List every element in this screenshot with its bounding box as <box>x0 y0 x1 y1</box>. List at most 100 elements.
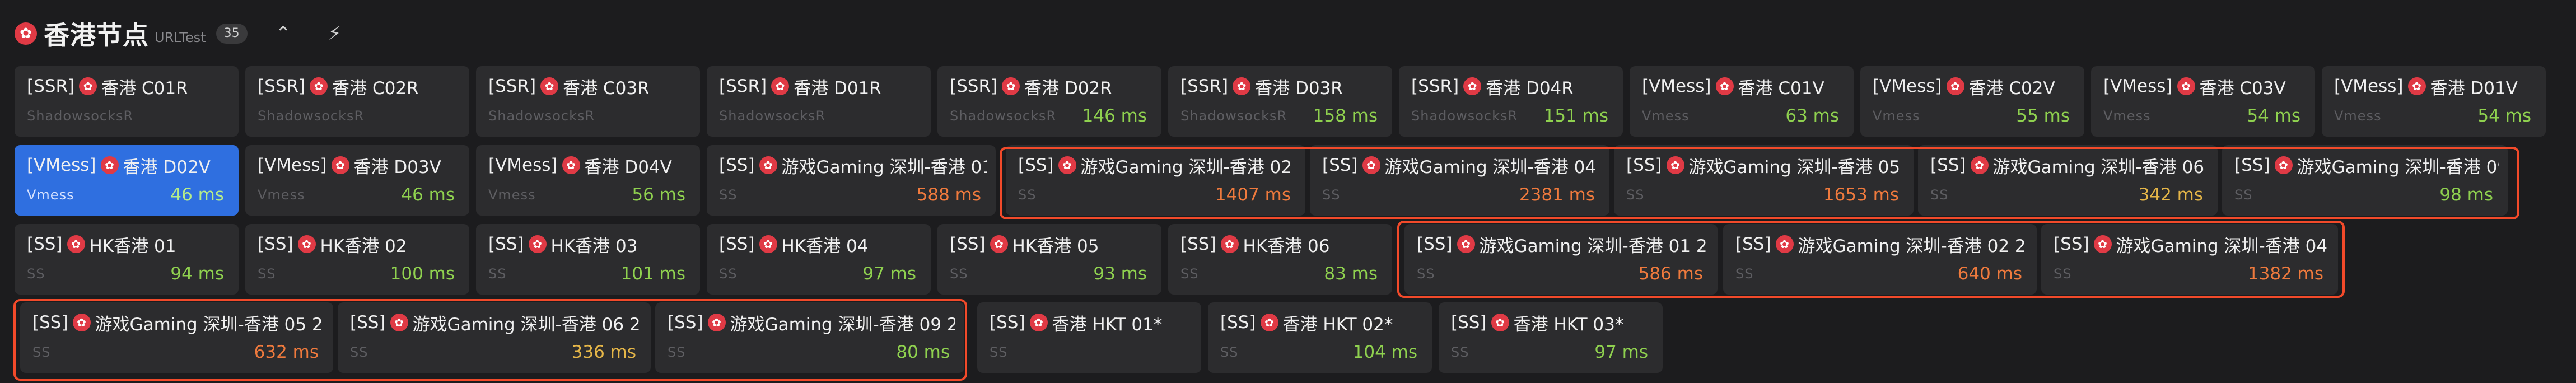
proxy-name: 游戏Gaming 深圳-香港 02 <box>1080 157 1292 178</box>
proxy-type: Vmess <box>1642 108 1690 124</box>
proxy-latency: 586 ms <box>1638 264 1703 284</box>
proxy-card[interactable]: [SS] ✿ HK香港 06 SS 83 ms <box>1168 224 1392 295</box>
proxy-card[interactable]: [SS] ✿ 游戏Gaming 深圳-香港 09 SS 98 ms <box>2222 145 2508 216</box>
proxy-name: HK香港 02 <box>320 236 407 256</box>
proxy-type: Vmess <box>1873 108 1920 124</box>
proxy-latency: 2381 ms <box>1519 185 1595 205</box>
proxy-card[interactable]: [SS] ✿ 游戏Gaming 深圳-香港 09 2 SS 80 ms <box>655 302 964 373</box>
proxy-card[interactable]: [SS] ✿ 香港 HKT 02* SS 104 ms <box>1208 302 1432 373</box>
proxy-card[interactable]: [SS] ✿ 游戏Gaming 深圳-香港 06 SS 342 ms <box>1918 145 2218 216</box>
proxy-type: SS <box>950 266 968 282</box>
hong-kong-flag-icon: ✿ <box>1463 77 1482 95</box>
proxy-name: 香港 D03V <box>353 157 441 178</box>
proxy-name: 香港 HKT 02* <box>1282 314 1393 335</box>
proxy-protocol-tag: [SS] <box>668 312 703 333</box>
proxy-latency: 100 ms <box>390 264 455 284</box>
proxy-card[interactable]: [VMess] ✿ 香港 C02V Vmess 55 ms <box>1860 66 2084 137</box>
proxy-type: SS <box>1180 266 1199 282</box>
proxy-type: SS <box>1626 187 1645 203</box>
hong-kong-flag-icon: ✿ <box>100 156 119 174</box>
hong-kong-flag-icon: ✿ <box>390 314 408 331</box>
lightning-icon[interactable]: ⚡ <box>321 22 348 45</box>
proxy-card[interactable]: [SS] ✿ 游戏Gaming 深圳-香港 01 2 SS 586 ms <box>1404 224 1718 295</box>
proxy-protocol-tag: [SS] <box>950 234 986 254</box>
proxy-protocol-tag: [SS] <box>1322 155 1358 175</box>
proxy-name: 游戏Gaming 深圳-香港 09 <box>2297 157 2499 178</box>
proxy-name: 香港 D02V <box>123 157 211 178</box>
proxy-card[interactable]: [SS] ✿ 游戏Gaming 深圳-香港 04 SS 2381 ms <box>1310 145 1609 216</box>
proxy-name: 香港 D04V <box>584 157 672 178</box>
proxy-type: SS <box>1451 344 1469 360</box>
hong-kong-flag-icon: ✿ <box>2093 235 2112 253</box>
proxy-card[interactable]: [SS] ✿ HK香港 03 SS 101 ms <box>476 224 700 295</box>
proxy-type: SS <box>1220 344 1239 360</box>
proxy-card[interactable]: [VMess] ✿ 香港 D01V Vmess 54 ms <box>2322 66 2546 137</box>
hong-kong-flag-icon: ✿ <box>759 235 777 253</box>
proxy-card[interactable]: [SS] ✿ 游戏Gaming 深圳-香港 01 SS 588 ms <box>707 145 996 216</box>
proxy-card[interactable]: [VMess] ✿ 香港 C01V Vmess 63 ms <box>1630 66 1854 137</box>
proxy-card[interactable]: [SSR] ✿ 香港 D02R ShadowsocksR 146 ms <box>937 66 1161 137</box>
proxy-protocol-tag: [VMess] <box>258 155 327 175</box>
proxy-type: ShadowsocksR <box>27 108 134 124</box>
proxy-card[interactable]: [SS] ✿ 游戏Gaming 深圳-香港 04 2 SS 1382 ms <box>2041 224 2338 295</box>
proxy-name: HK香港 06 <box>1243 236 1330 256</box>
proxy-card[interactable]: [SSR] ✿ 香港 C02R ShadowsocksR <box>245 66 469 137</box>
proxy-card[interactable]: [SS] ✿ HK香港 05 SS 93 ms <box>937 224 1161 295</box>
proxy-name: 游戏Gaming 深圳-香港 05 <box>1688 157 1901 178</box>
proxy-card[interactable]: [SS] ✿ HK香港 02 SS 100 ms <box>245 224 469 295</box>
proxy-type: SS <box>990 344 1008 360</box>
proxy-type: ShadowsocksR <box>488 108 595 124</box>
proxy-card[interactable]: [SS] ✿ 游戏Gaming 深圳-香港 05 2 SS 632 ms <box>20 302 333 373</box>
proxy-card[interactable]: [SS] ✿ 游戏Gaming 深圳-香港 02 2 SS 640 ms <box>1723 224 2037 295</box>
proxy-protocol-tag: [SSR] <box>27 76 75 96</box>
proxy-card[interactable]: [SS] ✿ HK香港 01 SS 94 ms <box>15 224 239 295</box>
proxy-name: 香港 HKT 01* <box>1052 314 1163 335</box>
proxy-name: 香港 HKT 03* <box>1513 314 1624 335</box>
proxy-latency: 56 ms <box>632 185 685 205</box>
proxy-latency: 46 ms <box>401 185 455 205</box>
hong-kong-flag-icon: ✿ <box>79 77 97 95</box>
hong-kong-flag-icon: ✿ <box>1260 314 1278 331</box>
proxy-card[interactable]: [SS] ✿ 游戏Gaming 深圳-香港 02 SS 1407 ms <box>1006 145 1305 216</box>
proxy-type: SS <box>32 344 51 360</box>
proxy-type: ShadowsocksR <box>258 108 365 124</box>
hong-kong-flag-icon: ✿ <box>1220 235 1239 253</box>
hong-kong-flag-icon: ✿ <box>331 156 349 174</box>
proxy-latency: 55 ms <box>2016 106 2070 126</box>
proxy-card[interactable]: [SSR] ✿ 香港 C03R ShadowsocksR <box>476 66 700 137</box>
proxy-latency: 97 ms <box>862 264 916 284</box>
proxy-type: Vmess <box>2334 108 2382 124</box>
proxy-protocol-tag: [SS] <box>990 312 1025 333</box>
proxy-card[interactable]: [SS] ✿ 游戏Gaming 深圳-香港 06 2 SS 336 ms <box>338 302 651 373</box>
proxy-card[interactable]: [SS] ✿ 香港 HKT 01* SS <box>977 302 1201 373</box>
proxy-name: HK香港 04 <box>781 236 869 256</box>
proxy-protocol-tag: [SS] <box>1735 234 1771 254</box>
proxy-card[interactable]: [VMess] ✿ 香港 D03V Vmess 46 ms <box>245 145 469 216</box>
proxy-card[interactable]: [SSR] ✿ 香港 C01R ShadowsocksR <box>15 66 239 137</box>
proxy-card[interactable]: [SS] ✿ 游戏Gaming 深圳-香港 05 SS 1653 ms <box>1614 145 1914 216</box>
chevron-up-icon[interactable]: ⌃ <box>270 22 297 45</box>
proxy-latency: 83 ms <box>1324 264 1378 284</box>
proxy-card[interactable]: [VMess] ✿ 香港 D02V Vmess 46 ms <box>15 145 239 216</box>
proxy-type: Vmess <box>27 187 74 203</box>
hong-kong-flag-icon: ✿ <box>310 77 328 95</box>
proxy-card[interactable]: [SSR] ✿ 香港 D04R ShadowsocksR 151 ms <box>1399 66 1623 137</box>
proxy-latency: 80 ms <box>896 342 950 362</box>
proxy-card[interactable]: [SSR] ✿ 香港 D01R ShadowsocksR <box>707 66 931 137</box>
group-type: URLTest <box>155 30 206 45</box>
proxy-card[interactable]: [VMess] ✿ 香港 C03V Vmess 54 ms <box>2091 66 2315 137</box>
proxy-protocol-tag: [SS] <box>32 312 68 333</box>
proxy-card[interactable]: [SSR] ✿ 香港 D03R ShadowsocksR 158 ms <box>1168 66 1392 137</box>
proxy-protocol-tag: [SS] <box>1180 234 1216 254</box>
proxy-name: 游戏Gaming 深圳-香港 06 2 <box>412 314 641 335</box>
hong-kong-flag-icon: ✿ <box>1946 77 1964 95</box>
hong-kong-flag-icon: ✿ <box>2177 77 2195 95</box>
proxy-name: HK香港 01 <box>89 236 176 256</box>
proxy-card[interactable]: [SS] ✿ 香港 HKT 03* SS 97 ms <box>1439 302 1663 373</box>
proxy-name: 香港 D01R <box>794 78 881 99</box>
proxy-latency: 54 ms <box>2477 106 2531 126</box>
hong-kong-flag-icon: ✿ <box>1666 156 1684 174</box>
proxy-card[interactable]: [SS] ✿ HK香港 04 SS 97 ms <box>707 224 931 295</box>
proxy-card[interactable]: [VMess] ✿ 香港 D04V Vmess 56 ms <box>476 145 700 216</box>
proxy-latency: 146 ms <box>1082 106 1147 126</box>
